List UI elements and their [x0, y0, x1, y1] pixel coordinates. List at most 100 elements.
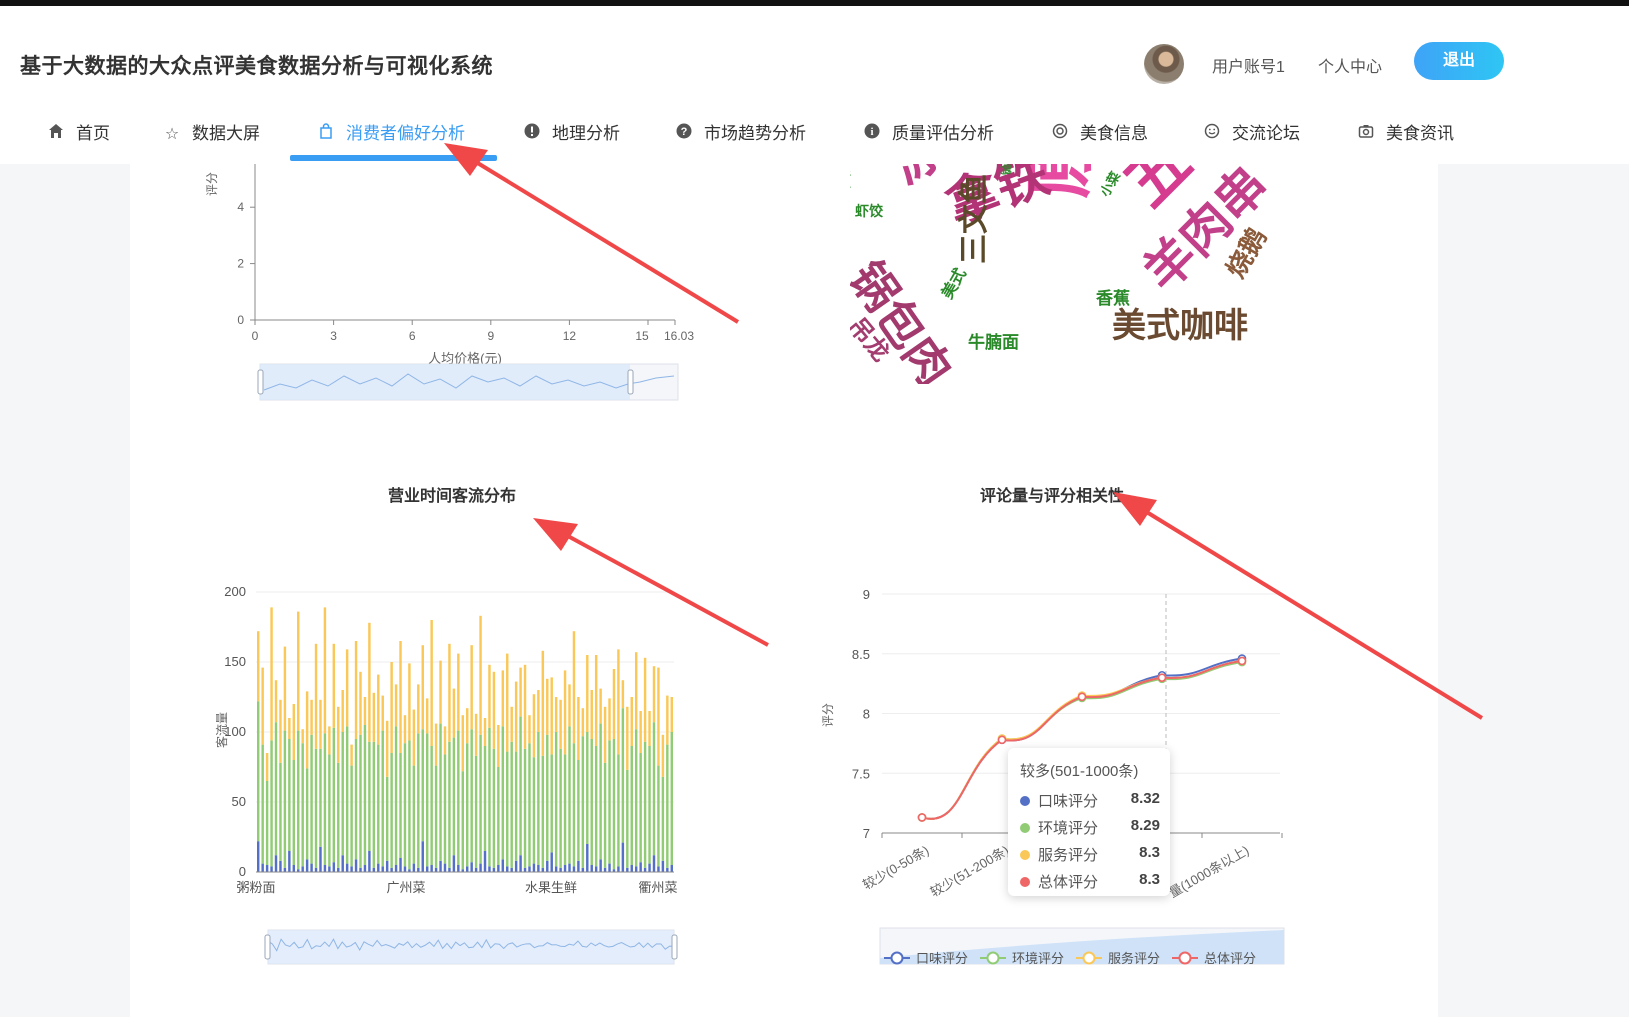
bar-segment[interactable] — [599, 723, 602, 860]
bar-segment[interactable] — [572, 743, 576, 867]
bar-segment[interactable] — [492, 867, 496, 872]
bar-segment[interactable] — [563, 754, 567, 865]
bar-segment[interactable] — [297, 611, 300, 731]
bar-segment[interactable] — [537, 732, 540, 865]
bar-segment[interactable] — [412, 709, 416, 766]
nav-item-geo[interactable]: 地理分析 — [522, 112, 620, 156]
bar-segment[interactable] — [586, 655, 589, 732]
bar-segment[interactable] — [554, 732, 558, 867]
bar-segment[interactable] — [257, 631, 260, 702]
bar-segment[interactable] — [652, 666, 656, 723]
bar-segment[interactable] — [359, 671, 362, 735]
bar-segment[interactable] — [421, 729, 424, 842]
bar-segment[interactable] — [466, 708, 469, 744]
bar-segment[interactable] — [345, 649, 349, 727]
bar-segment[interactable] — [265, 865, 269, 872]
bar-segment[interactable] — [559, 748, 562, 868]
bar-segment[interactable] — [443, 754, 447, 864]
bar-segment[interactable] — [577, 697, 580, 760]
bar-segment[interactable] — [537, 865, 540, 872]
bar-segment[interactable] — [363, 725, 367, 865]
nav-item-dashboard[interactable]: ☆ 数据大屏 — [162, 112, 260, 156]
bar-segment[interactable] — [497, 767, 500, 865]
bar-segment[interactable] — [643, 657, 647, 742]
bar-segment[interactable] — [661, 860, 665, 872]
bar-segment[interactable] — [457, 653, 460, 731]
bar-segment[interactable] — [328, 726, 331, 755]
bar-segment[interactable] — [470, 645, 473, 730]
bar-segment[interactable] — [279, 699, 282, 763]
bar-segment[interactable] — [345, 726, 349, 864]
bar-segment[interactable] — [634, 729, 638, 867]
line-series-point[interactable] — [1077, 692, 1087, 702]
bar-segment[interactable] — [519, 667, 522, 717]
bar-segment[interactable] — [377, 674, 380, 745]
bar-segment[interactable] — [301, 866, 304, 872]
nav-item-quality[interactable]: i 质量评估分析 — [862, 112, 994, 156]
bar-segment[interactable] — [572, 631, 576, 744]
bar-segment[interactable] — [359, 734, 362, 868]
bar-segment[interactable] — [541, 650, 545, 756]
bar-segment[interactable] — [332, 862, 336, 872]
bar-segment[interactable] — [461, 771, 464, 870]
legend-item[interactable]: 服务评分 — [1076, 951, 1160, 966]
bar-segment[interactable] — [381, 866, 384, 872]
bar-segment[interactable] — [261, 863, 264, 872]
bar-segment[interactable] — [568, 863, 571, 872]
bar-segment[interactable] — [350, 765, 353, 867]
bar-segment[interactable] — [341, 690, 344, 732]
bar-segment[interactable] — [430, 746, 433, 865]
bar-segment[interactable] — [634, 866, 638, 872]
bar-segment[interactable] — [425, 866, 429, 872]
bar-segment[interactable] — [488, 664, 491, 728]
bar-segment[interactable] — [523, 748, 527, 868]
bar-segment[interactable] — [443, 726, 447, 755]
bar-segment[interactable] — [661, 776, 665, 861]
bar-segment[interactable] — [359, 867, 362, 872]
line-series-point[interactable] — [997, 735, 1007, 745]
bar-segment[interactable] — [652, 855, 656, 872]
bar-segment[interactable] — [430, 865, 433, 872]
bar-segment[interactable] — [541, 755, 545, 868]
bar-segment[interactable] — [354, 859, 358, 872]
bar-segment[interactable] — [648, 711, 651, 746]
bar-segment[interactable] — [381, 730, 384, 867]
bar-segment[interactable] — [599, 688, 602, 724]
bar-segment[interactable] — [639, 753, 642, 863]
bar-segment[interactable] — [466, 743, 469, 867]
bar-segment[interactable] — [470, 862, 473, 872]
bar-segment[interactable] — [412, 863, 416, 872]
bar-segment[interactable] — [666, 695, 669, 745]
bar-segment[interactable] — [328, 866, 331, 872]
bar-segment[interactable] — [265, 753, 269, 781]
bar-segment[interactable] — [439, 660, 442, 724]
bar-segment[interactable] — [341, 732, 344, 856]
bar-segment[interactable] — [630, 697, 633, 746]
bar-segment[interactable] — [643, 741, 647, 868]
bar-segment[interactable] — [403, 866, 407, 872]
bar-segment[interactable] — [586, 732, 589, 844]
bar-segment[interactable] — [630, 865, 633, 872]
line-series-point[interactable] — [1237, 656, 1247, 666]
bar-segment[interactable] — [323, 733, 327, 865]
bar-segment[interactable] — [483, 718, 487, 746]
bar-segment[interactable] — [666, 744, 669, 868]
bar-segment[interactable] — [532, 757, 536, 864]
bar-segment[interactable] — [390, 662, 393, 753]
bar-segment[interactable] — [265, 781, 269, 865]
bar-segment[interactable] — [337, 706, 340, 763]
bar-segment[interactable] — [261, 744, 264, 864]
bar-segment[interactable] — [506, 866, 509, 872]
bar-segment[interactable] — [305, 768, 309, 860]
bar-segment[interactable] — [385, 776, 389, 861]
bar-segment[interactable] — [470, 729, 473, 863]
bar-segment[interactable] — [523, 664, 527, 749]
bar-segment[interactable] — [510, 706, 513, 742]
bar-segment[interactable] — [550, 852, 553, 872]
bar-segment[interactable] — [305, 859, 309, 872]
bar-segment[interactable] — [488, 866, 491, 872]
bar-segment[interactable] — [657, 765, 660, 867]
bar-segment[interactable] — [261, 667, 264, 745]
bar-segment[interactable] — [483, 746, 487, 851]
bar-segment[interactable] — [648, 863, 651, 872]
